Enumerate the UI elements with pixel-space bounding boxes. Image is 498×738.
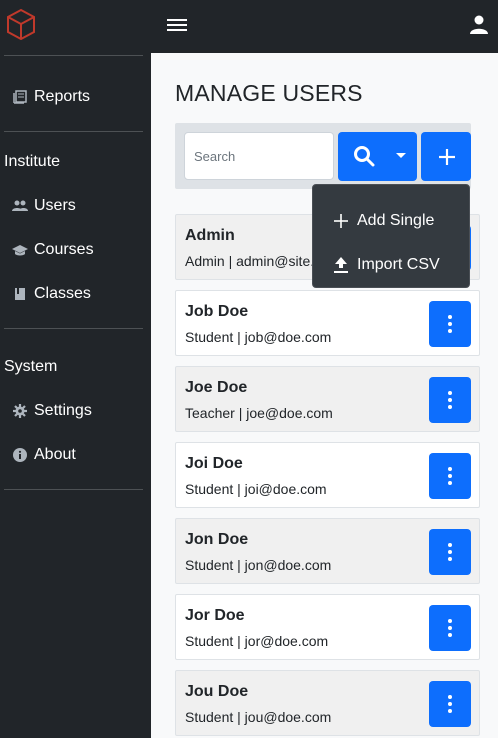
dropdown-item-label: Import CSV	[357, 256, 440, 273]
people-icon	[12, 198, 28, 214]
user-card[interactable]: Jon Doe Student | jon@doe.com	[175, 518, 480, 584]
vertical-dots-icon	[448, 390, 452, 411]
more-options-button[interactable]	[429, 529, 471, 575]
sidebar: Reports Institute Users Courses Classes …	[0, 0, 151, 738]
dropdown-item-import-csv[interactable]: Import CSV	[313, 245, 469, 285]
graduation-cap-icon	[12, 242, 28, 258]
user-card[interactable]: Jor Doe Student | jor@doe.com	[175, 594, 480, 660]
search-input[interactable]	[184, 132, 334, 180]
user-name: Joe Doe	[185, 379, 248, 396]
user-card[interactable]: Joe Doe Teacher | joe@doe.com	[175, 366, 480, 432]
vertical-dots-icon	[448, 618, 452, 639]
user-role-email: Student | joi@doe.com	[185, 481, 327, 497]
sidebar-item-label: Courses	[34, 241, 94, 258]
sidebar-item-courses[interactable]: Courses	[12, 237, 94, 263]
more-options-button[interactable]	[429, 301, 471, 347]
search-icon	[354, 146, 375, 167]
plus-icon	[332, 214, 350, 228]
dropdown-item-label: Add Single	[357, 212, 435, 229]
vertical-dots-icon	[448, 314, 452, 335]
more-options-button[interactable]	[429, 377, 471, 423]
sidebar-item-label: Reports	[34, 88, 91, 105]
sidebar-item-classes[interactable]: Classes	[12, 281, 91, 307]
user-name: Admin	[185, 227, 235, 244]
user-name: Jor Doe	[185, 607, 245, 624]
user-role-email: Student | job@doe.com	[185, 329, 332, 345]
top-navbar	[151, 0, 498, 53]
user-card[interactable]: Job Doe Student | job@doe.com	[175, 290, 480, 356]
user-role-email: Student | jon@doe.com	[185, 557, 332, 573]
user-card[interactable]: Jou Doe Student | jou@doe.com	[175, 670, 480, 736]
more-options-button[interactable]	[429, 681, 471, 727]
add-dropdown-menu: Add Single Import CSV	[312, 184, 470, 288]
cube-logo-icon[interactable]	[5, 8, 37, 40]
upload-icon	[332, 256, 350, 274]
user-icon[interactable]	[470, 15, 488, 35]
user-role-email: Teacher | joe@doe.com	[185, 405, 333, 421]
sidebar-section-system: System	[4, 358, 58, 375]
search-button[interactable]	[338, 132, 417, 181]
sidebar-divider	[4, 328, 143, 329]
search-toolbar	[175, 123, 471, 189]
info-icon	[12, 447, 28, 463]
sidebar-divider	[4, 489, 143, 490]
sidebar-item-label: About	[34, 446, 76, 463]
user-name: Jon Doe	[185, 531, 249, 548]
user-role-email: Student | jor@doe.com	[185, 633, 329, 649]
sidebar-section-institute: Institute	[4, 153, 61, 170]
gear-icon	[12, 403, 28, 419]
sidebar-divider	[4, 131, 143, 132]
user-name: Jou Doe	[185, 683, 249, 700]
sidebar-item-users[interactable]: Users	[12, 193, 76, 219]
user-role-email: Student | jou@doe.com	[185, 709, 332, 725]
more-options-button[interactable]	[429, 605, 471, 651]
dropdown-item-add-single[interactable]: Add Single	[313, 201, 469, 241]
plus-icon	[439, 149, 455, 165]
add-user-button[interactable]	[421, 132, 471, 181]
more-options-button[interactable]	[429, 453, 471, 499]
book-closed-icon	[12, 286, 28, 302]
vertical-dots-icon	[448, 466, 452, 487]
user-role-email: Admin | admin@site.	[185, 253, 315, 269]
user-name: Job Doe	[185, 303, 249, 320]
vertical-dots-icon	[448, 694, 452, 715]
vertical-dots-icon	[448, 542, 452, 563]
sidebar-item-label: Classes	[34, 285, 91, 302]
main-content: MANAGE USERS Admin Admin | admin@site. Job…	[151, 53, 498, 738]
sidebar-item-settings[interactable]: Settings	[12, 398, 92, 424]
chevron-down-icon[interactable]	[396, 153, 406, 158]
user-card[interactable]: Joi Doe Student | joi@doe.com	[175, 442, 480, 508]
page-title: MANAGE USERS	[175, 80, 363, 106]
hamburger-icon[interactable]	[166, 16, 188, 36]
sidebar-divider	[4, 55, 143, 56]
user-name: Joi Doe	[185, 455, 243, 472]
sidebar-item-label: Settings	[34, 402, 92, 419]
sidebar-item-label: Users	[34, 197, 76, 214]
sidebar-item-about[interactable]: About	[12, 442, 76, 468]
book-icon	[12, 89, 28, 105]
sidebar-item-reports[interactable]: Reports	[12, 84, 90, 110]
